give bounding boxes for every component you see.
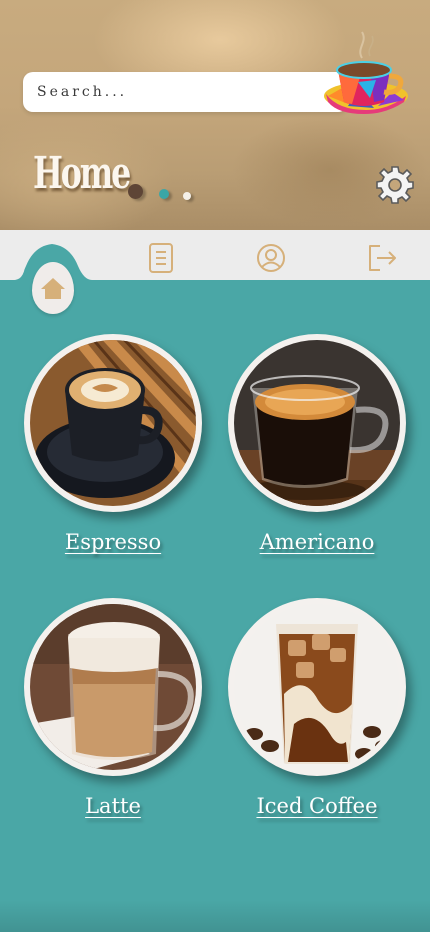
page-dot: [128, 184, 143, 199]
document-icon: [149, 243, 173, 273]
menu-item-label: Espresso: [64, 530, 162, 554]
espresso-image-frame: [24, 334, 202, 512]
search-box[interactable]: [23, 72, 348, 112]
search-input[interactable]: [37, 72, 317, 112]
settings-gear-icon[interactable]: [374, 164, 416, 206]
latte-image-frame: [24, 598, 202, 776]
profile-icon: [257, 244, 285, 272]
menu-item-label: Iced Coffee: [256, 794, 378, 818]
menu-item-iced-coffee[interactable]: Iced Coffee: [228, 598, 406, 828]
home-icon: [41, 278, 65, 299]
logout-icon: [369, 245, 396, 271]
americano-image: [234, 340, 400, 506]
page-indicator: [128, 184, 208, 204]
tab-documents[interactable]: [146, 242, 176, 274]
iced-coffee-image: [234, 604, 400, 770]
menu-item-americano[interactable]: Americano: [228, 334, 406, 564]
americano-image-frame: [228, 334, 406, 512]
page-dot: [159, 189, 169, 199]
page-dot: [183, 192, 191, 200]
tab-profile[interactable]: [255, 242, 287, 274]
menu-item-label: Latte: [85, 794, 141, 818]
menu-item-espresso[interactable]: Espresso: [24, 334, 202, 564]
tab-home[interactable]: [32, 262, 74, 314]
coffee-cup-logo: [324, 31, 408, 114]
espresso-image: [30, 340, 196, 506]
page-title: Home: [33, 148, 131, 199]
bottom-shade: [0, 900, 430, 932]
menu-item-latte[interactable]: Latte: [24, 598, 202, 828]
menu-item-label: Americano: [259, 530, 375, 554]
iced-coffee-image-frame: [228, 598, 406, 776]
tab-logout[interactable]: [366, 242, 398, 274]
latte-image: [30, 604, 196, 770]
